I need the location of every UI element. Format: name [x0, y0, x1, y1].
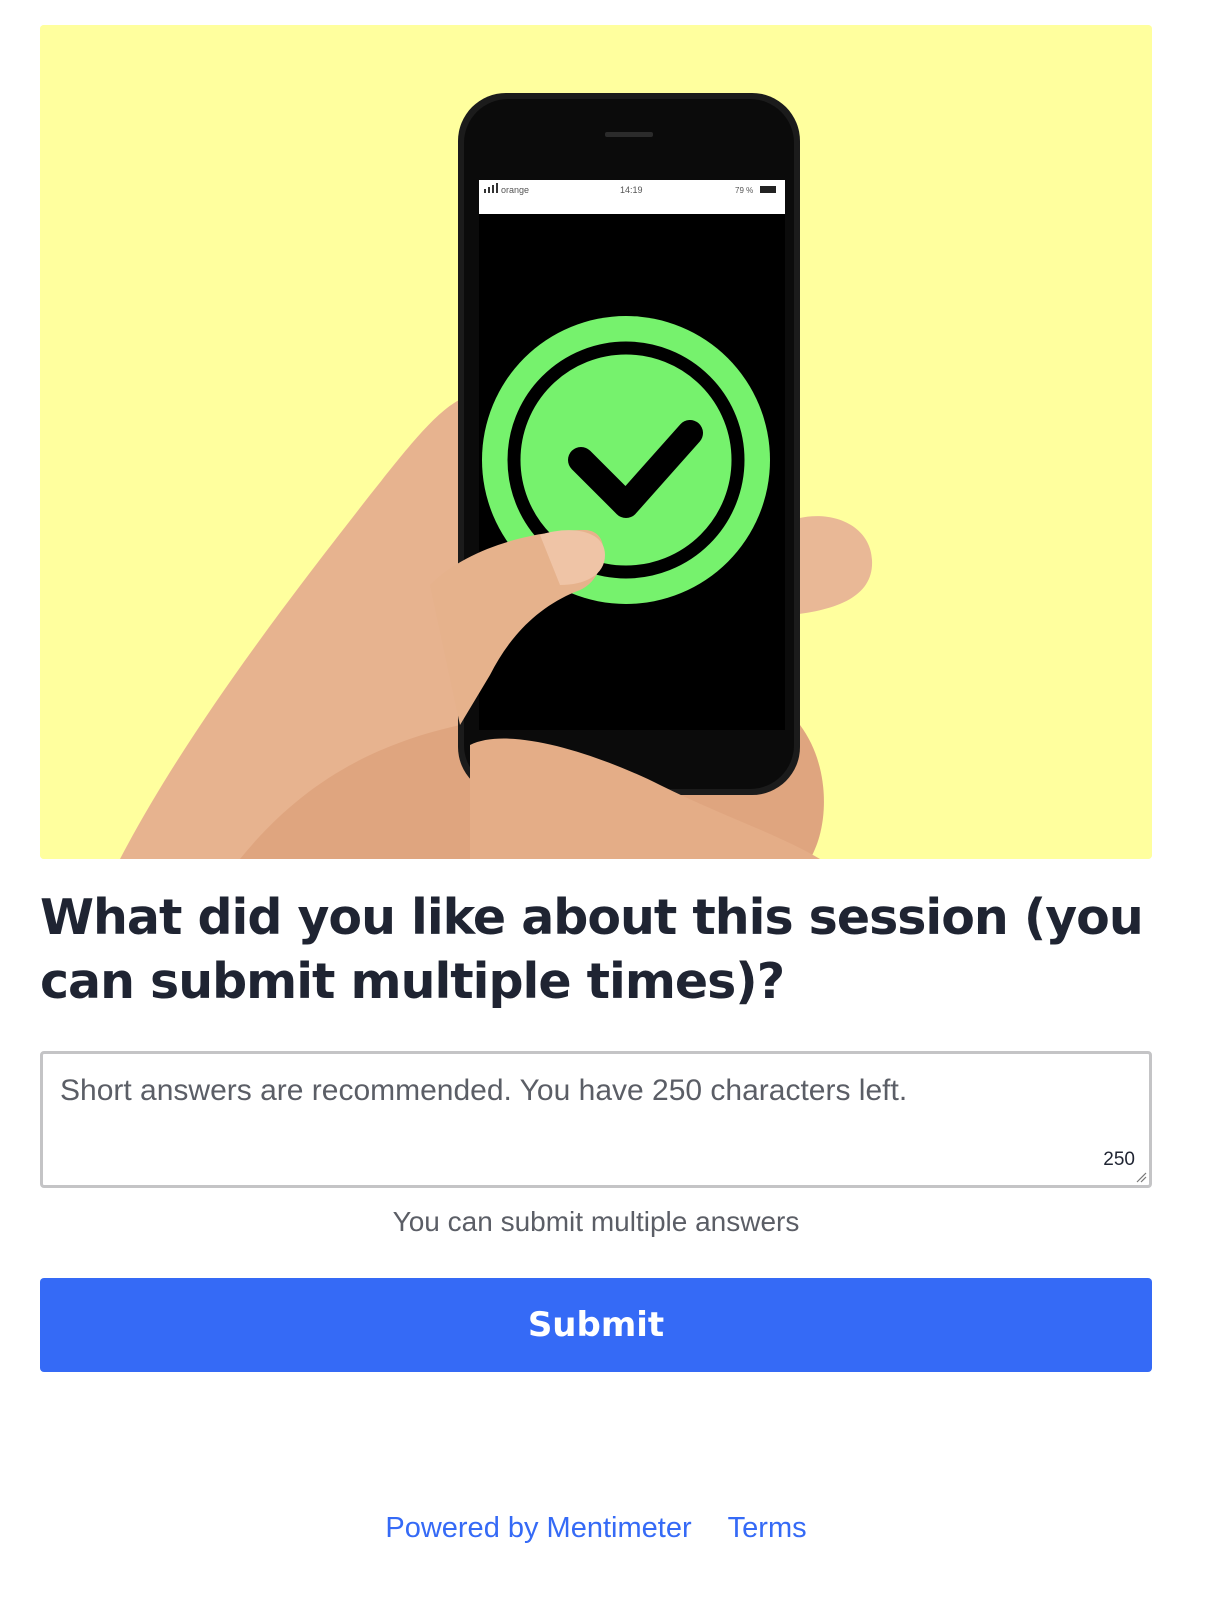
question-title: What did you like about this session (yo… — [40, 889, 1144, 1010]
page: orange 14:19 79 % What did you like abou… — [0, 0, 1216, 1602]
submit-button[interactable]: Submit — [40, 1278, 1152, 1372]
footer: Powered by Mentimeter Terms — [0, 1512, 1192, 1545]
answer-field-container: 250 — [40, 1051, 1152, 1188]
terms-link[interactable]: Terms — [728, 1512, 807, 1544]
resize-handle-icon[interactable] — [1135, 1171, 1147, 1183]
powered-by-link[interactable]: Powered by Mentimeter — [385, 1512, 691, 1544]
status-battery: 79 % — [735, 186, 753, 195]
answer-input[interactable] — [43, 1054, 1149, 1185]
multiple-answers-hint: You can submit multiple answers — [392, 1206, 800, 1237]
char-counter: 250 — [1103, 1149, 1135, 1170]
status-time: 14:19 — [620, 185, 643, 195]
phone-check-illustration: orange 14:19 79 % — [40, 25, 1152, 859]
hero-image: orange 14:19 79 % — [40, 25, 1152, 859]
status-carrier: orange — [501, 185, 529, 195]
